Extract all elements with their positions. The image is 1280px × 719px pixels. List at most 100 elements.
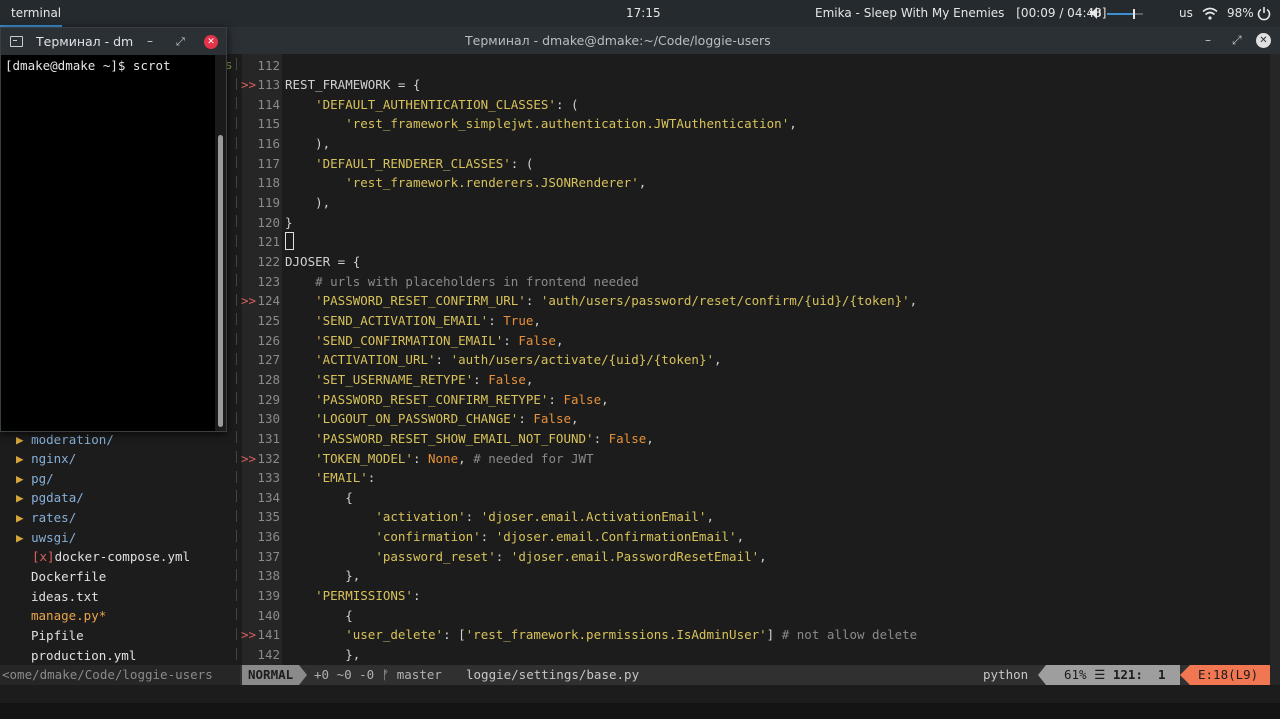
volume-control[interactable] [1090, 0, 1145, 27]
code-line[interactable]: { [285, 488, 353, 508]
volume-slider-handle[interactable] [1133, 9, 1135, 19]
lint-sign: >> [241, 293, 257, 309]
code-line[interactable]: 'LOGOUT_ON_PASSWORD_CHANGE': False, [285, 409, 578, 429]
tree-file[interactable]: production.yml [16, 646, 136, 666]
code-line[interactable]: 'activation': 'djoser.email.ActivationEm… [285, 507, 714, 527]
floating-terminal-scroll-thumb[interactable] [218, 135, 223, 427]
floating-close-button[interactable]: ✕ [204, 35, 218, 49]
keyboard-layout[interactable]: us [1179, 0, 1193, 27]
tree-file[interactable]: [x]docker-compose.yml [16, 547, 190, 567]
code-line[interactable]: 'user_delete': ['rest_framework.permissi… [285, 625, 917, 645]
tree-file[interactable]: ideas.txt [16, 587, 99, 607]
shell-prompt[interactable]: [dmake@dmake ~]$ scrot [5, 58, 171, 73]
tree-folder[interactable]: ▶ uwsgi/ [16, 528, 76, 548]
code-line[interactable]: # urls with placeholders in frontend nee… [285, 272, 639, 292]
position-separator [1038, 665, 1046, 685]
tree-file[interactable]: Pipfile [16, 626, 84, 646]
code-line[interactable]: 'password_reset': 'djoser.email.Password… [285, 547, 766, 567]
close-button[interactable]: ✕ [1256, 33, 1271, 48]
tree-item-name: docker-compose.yml [54, 549, 191, 565]
volume-slider[interactable] [1107, 9, 1143, 19]
code-line[interactable]: 'rest_framework_simplejwt.authentication… [285, 114, 797, 134]
folder-arrow-icon: ▶ [16, 510, 32, 526]
floating-minimize-button[interactable]: – [147, 28, 153, 55]
code-line[interactable]: }, [285, 566, 360, 586]
tree-item-name: pg/ [31, 470, 54, 486]
code-line[interactable]: { [285, 606, 353, 626]
split-segment [236, 352, 237, 365]
code-line[interactable]: 'PASSWORD_RESET_CONFIRM_RETYPE': False, [285, 390, 609, 410]
code-buffer[interactable]: REST_FRAMEWORK = { 'DEFAULT_AUTHENTICATI… [285, 54, 1265, 665]
code-line[interactable]: 'SET_USERNAME_RETYPE': False, [285, 370, 533, 390]
split-segment [236, 274, 237, 287]
tree-item-name: uwsgi/ [31, 529, 77, 545]
wifi-icon[interactable] [1202, 0, 1218, 27]
power-icon[interactable] [1257, 0, 1271, 27]
code-line[interactable]: DJOSER = { [285, 252, 360, 272]
minimize-button[interactable]: – [1205, 27, 1211, 54]
code-line[interactable]: ), [285, 193, 330, 213]
code-line[interactable]: 'confirmation': 'djoser.email.Confirmati… [285, 527, 744, 547]
code-line[interactable]: 'EMAIL': [285, 468, 375, 488]
code-line[interactable]: 'TOKEN_MODEL': None, # needed for JWT [285, 449, 594, 469]
line-number: 125 [257, 312, 280, 328]
code-line[interactable]: 'PASSWORD_RESET_CONFIRM_URL': 'auth/user… [285, 291, 917, 311]
lint-sign: >> [241, 627, 257, 643]
line-number: 121 [257, 234, 280, 250]
window-title: Терминал - dmake@dmake:~/Code/loggie-use… [465, 33, 771, 48]
code-line[interactable] [285, 232, 294, 252]
tree-file[interactable]: manage.py* [16, 606, 106, 626]
filetype: python [983, 667, 1029, 682]
editor-scrollbar[interactable] [1270, 54, 1280, 665]
tree-file[interactable]: Dockerfile [16, 567, 106, 587]
code-line[interactable]: 'rest_framework.renderers.JSONRenderer', [285, 173, 646, 193]
line-number: 122 [257, 254, 280, 269]
code-line[interactable]: REST_FRAMEWORK = { [285, 75, 420, 95]
line-number: 112 [257, 57, 280, 73]
tree-folder[interactable]: ▶ pg/ [16, 469, 54, 489]
line-number: 127 [257, 352, 280, 368]
text-cursor [285, 232, 294, 251]
split-segment [236, 116, 237, 129]
code-line[interactable]: 'ACTIVATION_URL': 'auth/users/activate/{… [285, 350, 721, 370]
split-segment [236, 470, 237, 483]
command-line[interactable] [0, 685, 1280, 719]
code-line[interactable]: 'DEFAULT_RENDERER_CLASSES': ( [285, 154, 533, 174]
tree-folder[interactable]: ▶ nginx/ [16, 449, 76, 469]
line-number: 136 [257, 529, 280, 545]
lint-sign: >> [241, 77, 257, 93]
media-player[interactable]: Emika - Sleep With My Enemies [00:09 / 0… [815, 0, 1106, 27]
battery-level[interactable]: 98% [1227, 0, 1254, 27]
line-number: 133 [257, 470, 280, 486]
tree-item-name: rates/ [31, 510, 77, 526]
floating-maximize-button[interactable]: ⤢ [176, 28, 185, 55]
code-line[interactable]: 'DEFAULT_AUTHENTICATION_CLASSES': ( [285, 95, 578, 115]
git-status: +0 ~0 -0 ᚠ master [314, 667, 442, 682]
split-segment [236, 647, 237, 660]
code-line[interactable]: }, [285, 645, 360, 665]
floating-terminal-titlebar[interactable]: Терминал - dmake@dmake:~/Code/loggie-use… [1, 28, 226, 55]
split-segment [236, 234, 237, 247]
floating-terminal-window[interactable]: Терминал - dmake@dmake:~/Code/loggie-use… [0, 27, 227, 432]
code-line[interactable]: 'SEND_CONFIRMATION_EMAIL': False, [285, 331, 563, 351]
split-segment [236, 77, 237, 90]
volume-icon [1090, 7, 1101, 19]
split-segment [236, 136, 237, 149]
floating-terminal-scrollbar[interactable] [215, 55, 226, 431]
code-line[interactable]: 'SEND_ACTIVATION_EMAIL': True, [285, 311, 541, 331]
code-line[interactable]: 'PASSWORD_RESET_SHOW_EMAIL_NOT_FOUND': F… [285, 429, 654, 449]
tree-folder[interactable]: ▶ rates/ [16, 508, 76, 528]
tree-folder[interactable]: ▶ moderation/ [16, 430, 114, 450]
clock[interactable]: 17:15 [626, 0, 661, 27]
floating-terminal-body[interactable]: [dmake@dmake ~]$ scrot [1, 55, 226, 431]
code-line[interactable]: 'PERMISSIONS': [285, 586, 420, 606]
code-line[interactable]: } [285, 213, 293, 233]
lint-errors[interactable]: E:18(L9) [1190, 665, 1270, 685]
line-number: 128 [257, 371, 280, 387]
maximize-button[interactable]: ⤢ [1232, 27, 1242, 54]
line-number: 118 [257, 175, 280, 191]
split-segment [236, 372, 237, 385]
active-app-label[interactable]: terminal [0, 0, 62, 27]
tree-folder[interactable]: ▶ pgdata/ [16, 488, 84, 508]
code-line[interactable]: ), [285, 134, 330, 154]
